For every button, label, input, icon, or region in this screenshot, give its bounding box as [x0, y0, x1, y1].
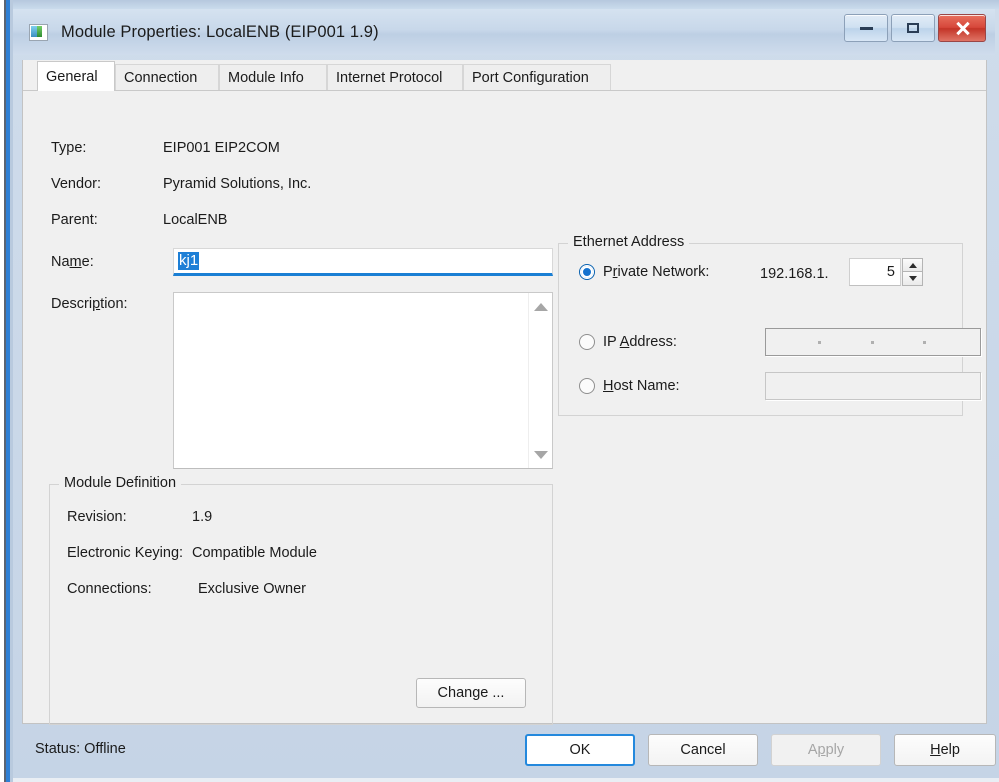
ethernet-address-group-title: Ethernet Address: [568, 234, 690, 250]
status-text: Status: Offline: [35, 741, 126, 757]
window-controls: [844, 14, 986, 42]
ip-address-label: IP Address:: [603, 334, 677, 350]
module-definition-group-title: Module Definition: [59, 475, 182, 491]
ip-address-radio-row[interactable]: IP Address:: [579, 334, 677, 350]
tab-general[interactable]: General: [37, 61, 115, 91]
tab-module-info-label: Module Info: [228, 69, 304, 86]
host-name-radio[interactable]: [579, 378, 595, 394]
maximize-button[interactable]: [891, 14, 935, 42]
tab-strip: General Connection Module Info Internet …: [23, 60, 986, 91]
minimize-button[interactable]: [844, 14, 888, 42]
electronic-keying-label: Electronic Keying:: [67, 545, 184, 561]
window-top-frame: [13, 0, 999, 9]
tab-port-configuration-label: Port Configuration: [472, 69, 589, 86]
private-network-octet-value: 5: [886, 264, 895, 280]
ok-button[interactable]: OK: [525, 734, 635, 766]
parent-label: Parent:: [51, 212, 98, 228]
window-edge-dark: [4, 0, 6, 782]
name-label: Name:: [51, 254, 94, 270]
description-label: Description:: [51, 296, 128, 312]
scroll-down-arrow-icon[interactable]: [529, 443, 552, 466]
revision-value: 1.9: [192, 509, 213, 525]
title-bar[interactable]: Module Properties: LocalENB (EIP001 1.9): [13, 9, 995, 55]
dialog-body: General Connection Module Info Internet …: [22, 60, 987, 725]
ip-dot-separator: [871, 341, 874, 344]
apply-button: Ap ply: [771, 734, 881, 766]
connections-label: Connections:: [67, 581, 152, 597]
vendor-label: Vendor:: [51, 176, 101, 192]
private-network-label: Private Network:: [603, 264, 710, 280]
vendor-value: Pyramid Solutions, Inc.: [163, 176, 312, 192]
host-name-input[interactable]: [765, 372, 981, 400]
change-button[interactable]: Chan g e ...: [416, 678, 526, 708]
type-value: EIP001 EIP2COM: [163, 140, 280, 156]
tab-internet-protocol[interactable]: Internet Protocol: [327, 64, 463, 90]
spinner-up-icon[interactable]: [902, 258, 923, 272]
type-label: Type:: [51, 140, 87, 156]
module-properties-window: Module Properties: LocalENB (EIP001 1.9)…: [0, 0, 999, 782]
window-edge-accent: [6, 0, 10, 782]
general-tab-panel: Type: EIP001 EIP2COM Vendor: Pyramid Sol…: [23, 91, 986, 725]
module-definition-group: Module Definition Revision: 1.9 Electron…: [49, 475, 553, 725]
name-input-value: kj1: [178, 251, 200, 271]
ip-address-radio[interactable]: [579, 334, 595, 350]
tab-module-info[interactable]: Module Info: [219, 64, 327, 90]
help-button[interactable]: Help: [894, 734, 996, 766]
minimize-icon: [859, 26, 873, 30]
tab-connection[interactable]: Connection: [115, 64, 219, 90]
private-network-prefix: 192.168.1.: [760, 266, 829, 282]
private-network-octet-spinner[interactable]: [902, 258, 923, 286]
scroll-up-arrow-icon[interactable]: [529, 295, 552, 318]
module-icon: [29, 23, 48, 41]
footer-hairline: [13, 778, 999, 782]
window-edge-white: [0, 0, 4, 782]
ip-address-input[interactable]: [765, 328, 981, 356]
ip-dot-separator: [818, 341, 821, 344]
parent-value: LocalENB: [163, 212, 228, 228]
host-name-radio-row[interactable]: Host Name:: [579, 378, 680, 394]
maximize-icon: [907, 23, 919, 33]
ip-dot-separator: [923, 341, 926, 344]
host-name-label: Host Name:: [603, 378, 680, 394]
close-button[interactable]: [938, 14, 986, 42]
cancel-button[interactable]: Cancel: [648, 734, 758, 766]
description-textarea[interactable]: [173, 292, 553, 469]
tab-connection-label: Connection: [124, 69, 198, 86]
connections-value: Exclusive Owner: [198, 581, 306, 597]
electronic-keying-value: Compatible Module: [192, 545, 317, 561]
tab-port-configuration[interactable]: Port Configuration: [463, 64, 611, 90]
spinner-down-icon[interactable]: [902, 272, 923, 286]
close-icon: [955, 21, 969, 35]
description-scrollbar[interactable]: [528, 293, 552, 468]
ethernet-address-group: Ethernet Address Private Network: 192.16…: [558, 234, 981, 416]
private-network-octet-input[interactable]: 5: [849, 258, 901, 286]
private-network-radio-row[interactable]: Private Network:: [579, 264, 709, 280]
dialog-footer: Status: Offline OK Cancel Ap ply Help: [13, 726, 996, 776]
name-input[interactable]: kj1: [173, 248, 553, 276]
tab-general-label: General: [46, 68, 98, 85]
tab-internet-protocol-label: Internet Protocol: [336, 69, 443, 86]
window-title: Module Properties: LocalENB (EIP001 1.9): [61, 22, 379, 41]
window-edge-light: [10, 0, 13, 782]
ok-button-label: OK: [569, 742, 591, 758]
revision-label: Revision:: [67, 509, 127, 525]
cancel-button-label: Cancel: [680, 742, 726, 758]
private-network-radio[interactable]: [579, 264, 595, 280]
